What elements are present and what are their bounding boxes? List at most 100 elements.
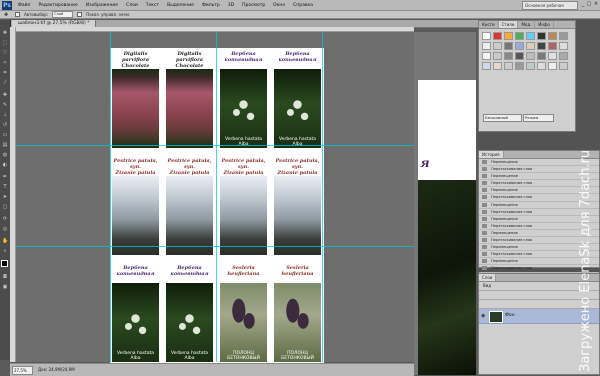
plant-label-card: Digitalis parviflora Chocolate [164,48,215,152]
menu-filter[interactable]: Фильтр [198,3,224,8]
style-swatch[interactable] [559,52,568,60]
style-swatch[interactable] [515,62,524,70]
guide-vertical[interactable] [110,32,111,362]
background-document-window[interactable]: я [414,32,476,375]
style-swatch[interactable] [537,62,546,70]
tab-history[interactable]: История [479,151,504,158]
style-swatch[interactable] [493,32,502,40]
style-swatch[interactable] [515,52,524,60]
tab-styles[interactable]: Стили [498,21,519,28]
screen-mode-icon[interactable]: ▣ [2,284,8,290]
tab-modifiers[interactable]: Мод. [518,21,536,28]
autoselect-checkbox[interactable] [15,12,20,17]
card-title-line: Chocolate [175,63,204,69]
style-swatch[interactable] [548,32,557,40]
style-swatch[interactable] [537,32,546,40]
eye-icon[interactable]: ◉ [481,312,485,320]
tab-layers[interactable]: Слои [479,274,497,281]
blur-icon[interactable]: ◍ [2,152,8,158]
stamp-icon[interactable]: ⊥ [2,112,8,118]
style-swatch[interactable] [526,32,535,40]
brush-icon[interactable]: ✎ [2,102,8,108]
quick-mask-icon[interactable]: ◘ [2,274,8,280]
style-swatch[interactable] [559,32,568,40]
mode-select[interactable]: Режим [523,114,554,122]
move-icon[interactable]: ✥ [2,30,8,36]
blend-select[interactable]: Бесшовный [483,114,522,122]
style-swatch[interactable] [504,62,513,70]
shape-icon[interactable]: ▢ [2,204,8,210]
eyedropper-icon[interactable]: ⁄ [2,80,8,86]
style-swatch[interactable] [548,62,557,70]
style-swatch[interactable] [504,32,513,40]
plant-photo [166,176,213,255]
card-caption: ПОЛОНЦ БЕТОНКОВЫЙ [218,351,269,361]
zoom-field[interactable]: 27,5% [12,366,33,375]
3d-rotate-icon[interactable]: ⟳ [2,216,8,222]
hand-icon[interactable]: ✋ [2,238,8,244]
healing-icon[interactable]: ✚ [2,92,8,98]
gradient-icon[interactable]: ▤ [2,142,8,148]
menu-layers[interactable]: Слои [122,3,142,8]
zoom-icon[interactable]: ⌕ [2,248,8,254]
marquee-icon[interactable]: ⬚ [2,40,8,46]
eraser-icon[interactable]: ▭ [2,132,8,138]
style-swatch[interactable] [559,42,568,50]
style-swatch[interactable] [526,42,535,50]
style-swatch[interactable] [482,52,491,60]
status-bar: 27,5% Док: 24,9M/24,9M [10,363,414,376]
menu-view[interactable]: Просмотр [238,3,269,8]
maximize-button[interactable]: □ [586,1,592,7]
style-swatch[interactable] [526,62,535,70]
style-swatch[interactable] [515,32,524,40]
history-brush-icon[interactable]: ↺ [2,122,8,128]
menu-text[interactable]: Текст [142,3,163,8]
menu-3d[interactable]: 3D [224,3,238,8]
menu-edit[interactable]: Редактирование [34,3,81,8]
style-swatch[interactable] [493,52,502,60]
path-select-icon[interactable]: ➤ [2,194,8,200]
tab-info[interactable]: Инфо [535,21,554,28]
pen-icon[interactable]: ✒ [2,174,8,180]
guide-horizontal[interactable] [16,246,414,247]
3d-orbit-icon[interactable]: ◎ [2,226,8,232]
magic-wand-icon[interactable]: ✧ [2,60,8,66]
style-swatch[interactable] [515,42,524,50]
history-state-label: Перемещение [491,174,518,179]
menu-window[interactable]: Окно [269,3,289,8]
guide-vertical[interactable] [322,32,323,362]
style-swatch[interactable] [526,52,535,60]
style-swatch[interactable] [482,32,491,40]
style-swatch[interactable] [537,52,546,60]
type-icon[interactable]: T [2,184,8,190]
close-button[interactable]: × [593,1,599,7]
style-swatch[interactable] [493,42,502,50]
canvas-area[interactable]: Digitalis parviflora Chocolate Digitalis p… [16,32,414,368]
move-tool-icon: ✥ [4,11,9,18]
menu-file[interactable]: Файл [14,3,34,8]
style-swatch[interactable] [504,42,513,50]
style-swatch[interactable] [548,52,557,60]
style-swatch[interactable] [504,52,513,60]
workspace-select[interactable]: Основная рабочая среда [522,1,578,15]
style-swatch[interactable] [482,42,491,50]
menu-help[interactable]: Справка [289,3,317,8]
crop-icon[interactable]: ⌗ [2,70,8,76]
tab-brushes[interactable]: Кисти [479,21,499,28]
dodge-icon[interactable]: ◐ [2,162,8,168]
style-swatch[interactable] [559,62,568,70]
history-state-label: Перетаскивание слоя [491,195,533,200]
lasso-icon[interactable]: ➰ [2,50,8,56]
guide-horizontal[interactable] [16,145,414,146]
style-swatch[interactable] [548,42,557,50]
menu-image[interactable]: Изображение [82,3,122,8]
autoselect-select[interactable]: Слой [52,11,74,18]
style-swatch[interactable] [493,62,502,70]
menu-select[interactable]: Выделение [163,3,198,8]
style-swatch[interactable] [537,42,546,50]
guide-vertical[interactable] [216,32,217,362]
document-tab[interactable]: шаблон3.tif @ 27,5% (RGB/8) * [12,20,97,27]
foreground-color-swatch[interactable] [1,260,8,267]
show-controls-checkbox[interactable] [77,12,83,17]
style-swatch[interactable] [482,62,491,70]
